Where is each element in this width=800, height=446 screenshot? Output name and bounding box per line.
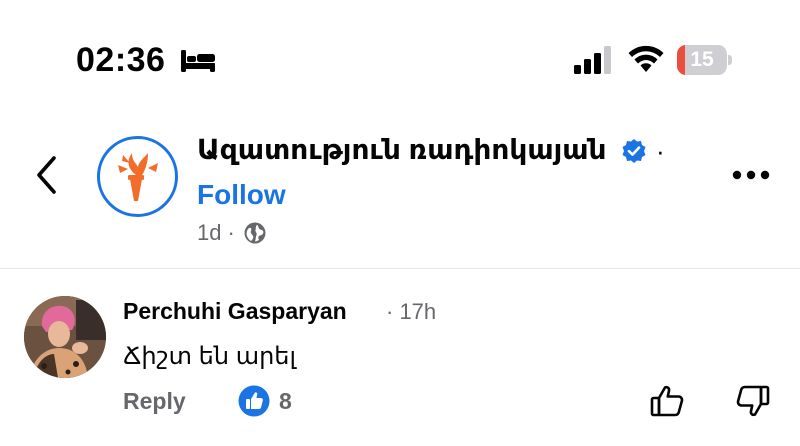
page-name[interactable]: Ազատություն ռադիոկայան xyxy=(197,132,607,168)
post-meta: 1d · xyxy=(197,218,267,248)
name-separator: · xyxy=(656,136,665,166)
battery-cap xyxy=(728,55,732,65)
comment-text: Ճիշտ են արել xyxy=(123,343,297,370)
globe-icon xyxy=(244,222,266,244)
post-age: 1d xyxy=(197,220,222,245)
like-badge-icon[interactable] xyxy=(238,385,270,417)
battery-level: 15 xyxy=(690,48,714,71)
battery-indicator: 15 xyxy=(677,45,732,75)
verified-badge-icon xyxy=(622,139,646,163)
meta-separator: · xyxy=(227,220,235,245)
status-time: 02:36 xyxy=(76,41,166,79)
wifi-icon xyxy=(628,45,664,72)
comment-author[interactable]: Perchuhi Gasparyan xyxy=(123,296,347,326)
thumb-up-icon[interactable] xyxy=(650,384,686,418)
profile-photo xyxy=(24,296,106,378)
bed-icon xyxy=(181,50,215,72)
comment-time: · 17h xyxy=(386,299,437,324)
follow-button[interactable]: Follow xyxy=(197,177,286,213)
like-count: 8 xyxy=(279,388,292,414)
page-avatar[interactable] xyxy=(97,136,178,217)
more-horizontal-icon[interactable] xyxy=(730,164,772,186)
torch-logo-icon xyxy=(117,152,158,201)
chevron-left-icon[interactable] xyxy=(30,152,62,198)
thumb-down-icon[interactable] xyxy=(734,384,770,418)
cellular-signal-icon xyxy=(574,46,611,74)
section-divider xyxy=(0,268,800,269)
commenter-avatar[interactable] xyxy=(24,296,106,378)
reply-button[interactable]: Reply xyxy=(123,386,186,416)
